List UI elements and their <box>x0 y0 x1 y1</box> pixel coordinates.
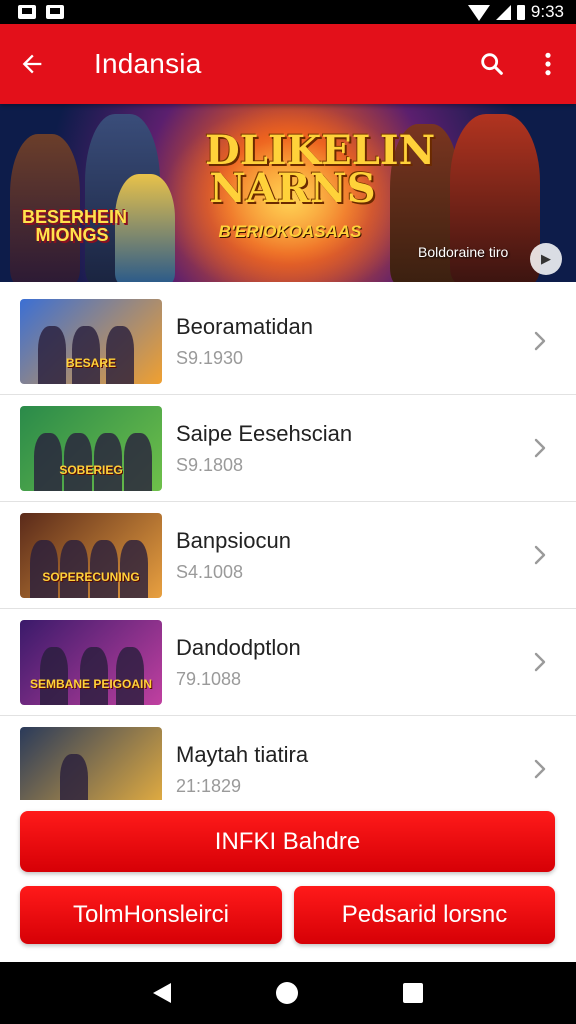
nav-back-icon[interactable] <box>152 983 171 1003</box>
list-item-text: Beoramatidan S9.1930 <box>176 314 522 369</box>
wifi-icon <box>467 5 490 21</box>
thumbnail-character <box>60 753 88 800</box>
thumbnail-character <box>124 432 152 491</box>
search-icon <box>481 53 503 75</box>
list-item-subtitle: S9.1930 <box>176 347 244 368</box>
chevron-right-icon <box>522 544 558 566</box>
app-title: Indansia <box>94 48 202 79</box>
system-nav-bar <box>0 962 576 1024</box>
app-screen: 9:33 Indansia BESERHEIN MIONGS DLIKELIN … <box>0 0 576 1024</box>
primary-action-button[interactable]: INFKI Bahdre <box>20 811 555 872</box>
thumbnail-character <box>120 539 148 598</box>
overflow-menu-button[interactable] <box>520 24 576 104</box>
app-bar: Indansia <box>0 24 576 104</box>
hero-play-button[interactable]: ▶ <box>530 243 562 275</box>
thumbnail-character <box>90 539 118 598</box>
list-item[interactable]: Maytah tiatira 21:1829 <box>0 716 576 800</box>
nav-recents-icon[interactable] <box>403 983 424 1003</box>
list-item-text: Saipe Eesehscian S9.1808 <box>176 421 522 476</box>
list-item[interactable]: SOBERIEG Saipe Eesehscian S9.1808 <box>0 395 576 502</box>
thumbnail-character <box>34 432 62 491</box>
play-icon: ▶ <box>541 251 551 266</box>
list-item-title: Maytah tiatira <box>176 741 309 767</box>
hero-title: DLIKELIN NARNS <box>205 127 436 212</box>
list-item-subtitle: S4.1008 <box>176 561 244 582</box>
hero-banner[interactable]: BESERHEIN MIONGS DLIKELIN NARNS B'ERIOKO… <box>0 104 576 282</box>
thumbnail-character <box>40 646 68 705</box>
thumbnail-character <box>30 539 58 598</box>
list-item-subtitle: 21:1829 <box>176 775 242 796</box>
battery-icon <box>516 4 525 20</box>
more-vert-icon <box>545 52 551 76</box>
secondary-left-button[interactable]: TolmHonsleirci <box>20 886 282 944</box>
list-item-subtitle: S9.1808 <box>176 454 244 475</box>
list-item[interactable]: BESARE Beoramatidan S9.1930 <box>0 288 576 395</box>
list-item[interactable]: SOPERECUNING Banpsiocun S4.1008 <box>0 502 576 609</box>
thumbnail-character <box>64 432 92 491</box>
search-button[interactable] <box>464 24 520 104</box>
thumbnail-label: SEMBANE PEIGOAIN <box>29 676 152 691</box>
thumbnail-character <box>60 539 88 598</box>
thumbnail-character <box>94 432 122 491</box>
secondary-right-button[interactable]: Pedsarid lorsnc <box>294 886 555 944</box>
status-time: 9:33 <box>530 2 564 21</box>
game-list: BESARE Beoramatidan S9.1930 SOBERIEG Saipe E… <box>0 288 576 800</box>
chevron-right-icon <box>522 437 558 459</box>
game-thumbnail: BESARE <box>20 298 162 384</box>
list-item-title: Banpsiocun <box>176 527 291 553</box>
list-item-text: Maytah tiatira 21:1829 <box>176 742 522 797</box>
thumbnail-label: BESARE <box>65 355 116 370</box>
message-notification-icon <box>46 5 64 19</box>
thumbnail-character <box>38 325 66 384</box>
thumbnail-character <box>80 646 108 705</box>
hero-character <box>115 174 175 282</box>
arrow-left-icon <box>22 54 42 74</box>
back-button[interactable] <box>0 24 64 104</box>
thumbnail-label: SOBERIEG <box>59 462 123 477</box>
chevron-right-icon <box>522 651 558 673</box>
game-thumbnail <box>20 726 162 800</box>
status-bar: 9:33 <box>0 0 576 24</box>
list-item-title: Saipe Eesehscian <box>176 420 353 446</box>
list-item-text: Banpsiocun S4.1008 <box>176 528 522 583</box>
list-item-title: Dandodptlon <box>176 634 301 660</box>
list-item-subtitle: 79.1088 <box>176 668 242 689</box>
chevron-right-icon <box>522 758 558 780</box>
list-item-title: Beoramatidan <box>176 313 313 339</box>
chevron-right-icon <box>522 330 558 352</box>
hero-badge-logo: BESERHEIN MIONGS <box>22 207 128 245</box>
nav-home-icon[interactable] <box>275 982 298 1004</box>
game-thumbnail: SEMBANE PEIGOAIN <box>20 619 162 705</box>
hero-subtitle: B'ERIOKOASAAS <box>218 222 362 241</box>
cell-signal-icon <box>495 4 511 20</box>
notification-icon <box>18 5 36 19</box>
list-item-text: Dandodptlon 79.1088 <box>176 635 522 690</box>
thumbnail-character <box>106 325 134 384</box>
list-item[interactable]: SEMBANE PEIGOAIN Dandodptlon 79.1088 <box>0 609 576 716</box>
thumbnail-label: SOPERECUNING <box>42 569 140 584</box>
thumbnail-character <box>116 646 144 705</box>
thumbnail-character <box>72 325 100 384</box>
game-thumbnail: SOBERIEG <box>20 405 162 491</box>
hero-caption: Boldoraine tiro <box>418 244 509 260</box>
game-thumbnail: SOPERECUNING <box>20 512 162 598</box>
